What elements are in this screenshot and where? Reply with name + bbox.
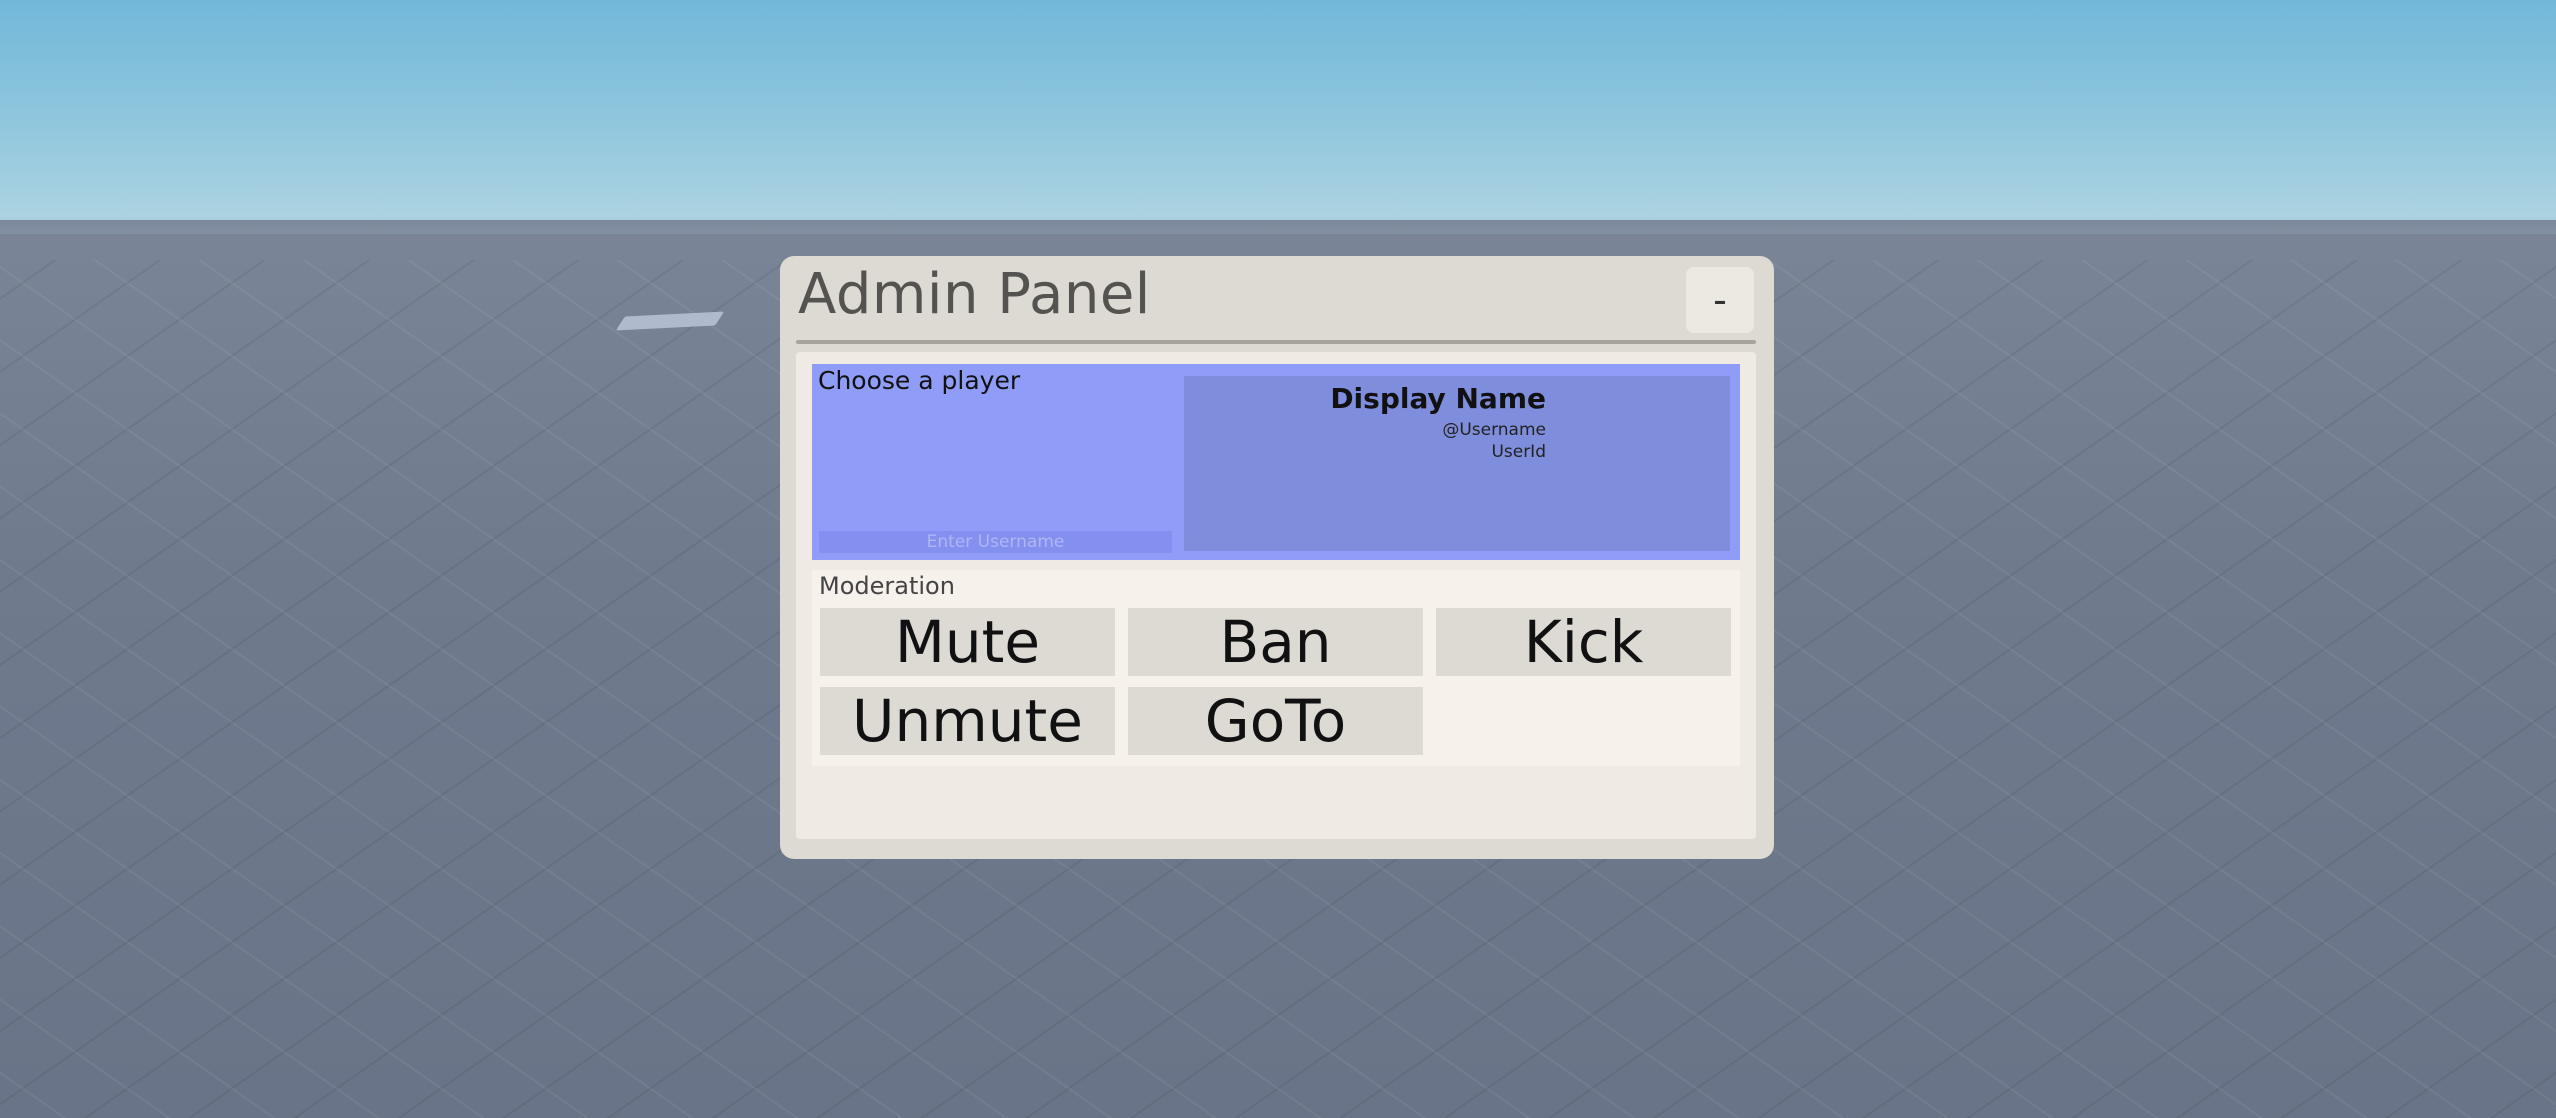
game-viewport: Admin Panel - Choose a player Display Na… (0, 0, 2556, 1118)
sky (0, 0, 2556, 240)
moderation-section: Moderation Mute Ban Kick Unmute GoTo (812, 570, 1740, 766)
unmute-button[interactable]: Unmute (820, 687, 1115, 755)
ban-button[interactable]: Ban (1128, 608, 1423, 676)
username-text: @Username (1442, 420, 1546, 440)
kick-button[interactable]: Kick (1436, 608, 1731, 676)
username-input[interactable] (819, 531, 1172, 553)
player-select-section: Choose a player Display Name @Username U… (812, 364, 1740, 560)
minimize-button[interactable]: - (1686, 267, 1754, 333)
horizon (0, 216, 2556, 234)
moderation-label: Moderation (819, 572, 955, 600)
panel-title: Admin Panel (798, 262, 1151, 327)
goto-button[interactable]: GoTo (1128, 687, 1423, 755)
title-divider (796, 340, 1756, 344)
player-info-card: Display Name @Username UserId (1184, 376, 1730, 551)
panel-body: Choose a player Display Name @Username U… (796, 352, 1756, 839)
mute-button[interactable]: Mute (820, 608, 1115, 676)
user-id-text: UserId (1491, 442, 1546, 462)
admin-panel: Admin Panel - Choose a player Display Na… (780, 256, 1774, 859)
display-name: Display Name (1330, 382, 1546, 415)
choose-player-label: Choose a player (818, 366, 1021, 395)
